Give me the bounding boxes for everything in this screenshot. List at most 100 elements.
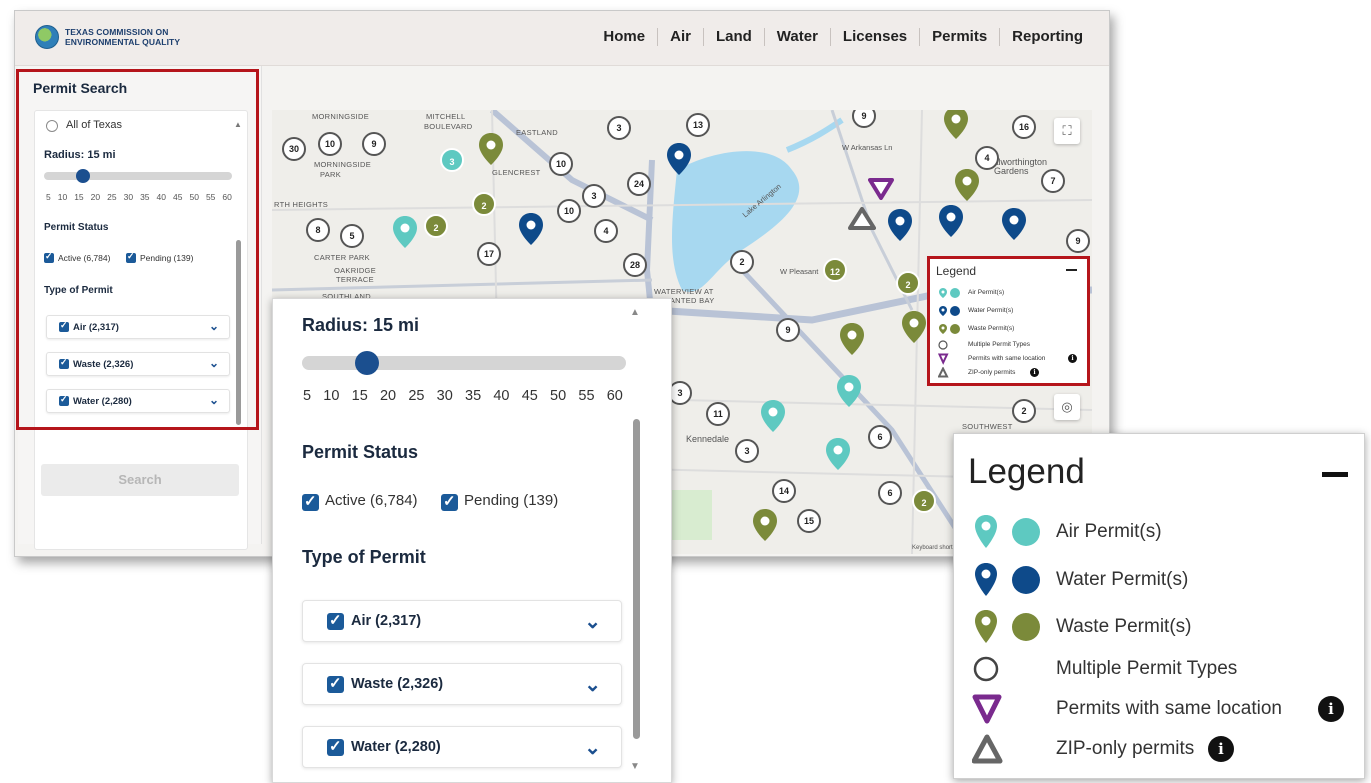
info-icon[interactable]: i: [1318, 696, 1344, 722]
search-button[interactable]: Search: [41, 464, 239, 496]
zoom-type-waste-row[interactable]: Waste (2,326) ⌄: [302, 663, 622, 705]
zoom-pending-checkbox[interactable]: [441, 492, 458, 511]
air-pin[interactable]: [760, 399, 786, 433]
air-pin[interactable]: [836, 374, 862, 408]
map-label: MORNINGSIDE: [312, 112, 370, 121]
zoom-type-air-row[interactable]: Air (2,317) ⌄: [302, 600, 622, 642]
multi-cluster[interactable]: 9: [362, 132, 386, 156]
multi-cluster[interactable]: 10: [549, 152, 573, 176]
nav-land[interactable]: Land: [702, 28, 764, 46]
multi-cluster[interactable]: 10: [557, 199, 581, 223]
waste-cluster[interactable]: 2: [912, 489, 936, 513]
water-pin[interactable]: [666, 142, 692, 176]
multi-cluster[interactable]: 11: [706, 402, 730, 426]
multi-cluster[interactable]: 6: [868, 425, 892, 449]
nav-licenses[interactable]: Licenses: [829, 28, 919, 46]
zip-only-legend-icon: [971, 734, 1003, 764]
waste-pin[interactable]: [954, 168, 980, 202]
multi-cluster[interactable]: 28: [623, 253, 647, 277]
zoom-air-checkbox[interactable]: [327, 611, 344, 630]
multi-cluster[interactable]: 30: [282, 137, 306, 161]
scroll-down-icon[interactable]: ▼: [630, 761, 640, 772]
zip-only-marker[interactable]: [848, 206, 876, 230]
tceq-logo[interactable]: TEXAS COMMISSION ON ENVIRONMENTAL QUALIT…: [35, 25, 180, 49]
info-icon[interactable]: i: [1030, 368, 1039, 377]
multi-cluster[interactable]: 7: [1041, 169, 1065, 193]
multi-cluster[interactable]: 9: [776, 318, 800, 342]
radius-tick: 40: [493, 388, 510, 404]
minimize-icon[interactable]: [1322, 472, 1348, 477]
waste-cluster[interactable]: 2: [424, 214, 448, 238]
map-label: SOUTHWEST: [962, 422, 1013, 431]
nav-permits[interactable]: Permits: [919, 28, 999, 46]
water-pin[interactable]: [938, 204, 964, 238]
multi-cluster[interactable]: 4: [594, 219, 618, 243]
fullscreen-icon[interactable]: ⛶: [1054, 118, 1080, 144]
water-legend-icon: [975, 563, 1040, 596]
map-label: OAKRIDGE: [334, 266, 376, 275]
multi-cluster[interactable]: 2: [730, 250, 754, 274]
multi-cluster[interactable]: 2: [1012, 399, 1036, 423]
air-legend-icon: [939, 288, 960, 298]
chevron-down-icon[interactable]: ⌄: [584, 609, 601, 634]
water-pin[interactable]: [1001, 207, 1027, 241]
minimize-icon[interactable]: [1066, 269, 1077, 271]
zoom-type-water-row[interactable]: Water (2,280) ⌄: [302, 726, 622, 768]
multi-cluster[interactable]: 10: [318, 132, 342, 156]
nav-reporting[interactable]: Reporting: [999, 28, 1095, 46]
zoom-waste-checkbox[interactable]: [327, 674, 344, 693]
multi-cluster[interactable]: 14: [772, 479, 796, 503]
screenshot-composite: TEXAS COMMISSION ON ENVIRONMENTAL QUALIT…: [0, 0, 1371, 783]
waste-pin[interactable]: [943, 110, 969, 140]
zoom-legend-row-air: Air Permit(s): [972, 512, 1352, 552]
waste-cluster[interactable]: 2: [896, 271, 920, 295]
scroll-up-icon[interactable]: ▲: [630, 307, 640, 318]
waste-pin[interactable]: [839, 322, 865, 356]
multi-cluster[interactable]: 15: [797, 509, 821, 533]
multi-cluster[interactable]: 5: [340, 224, 364, 248]
zoom-legend-waste-label: Waste Permit(s): [1056, 616, 1192, 637]
air-pin[interactable]: [825, 437, 851, 471]
water-pin[interactable]: [887, 208, 913, 242]
chevron-down-icon[interactable]: ⌄: [584, 735, 601, 760]
zoom-water-checkbox[interactable]: [327, 737, 344, 756]
waste-pin[interactable]: [901, 310, 927, 344]
zoom-legend-same-location-label: Permits with same location: [1056, 698, 1282, 719]
multi-cluster[interactable]: 4: [975, 146, 999, 170]
zoom-scrollbar[interactable]: [633, 419, 640, 739]
nav-air[interactable]: Air: [657, 28, 703, 46]
chevron-down-icon[interactable]: ⌄: [584, 672, 601, 697]
multi-cluster[interactable]: 3: [607, 116, 631, 140]
zoom-legend-air-label: Air Permit(s): [1056, 521, 1162, 542]
legend-row-multi: Multiple Permit Types: [938, 338, 1030, 352]
multi-cluster[interactable]: 17: [477, 242, 501, 266]
same-location-marker[interactable]: [868, 178, 894, 200]
multi-cluster[interactable]: 9: [1066, 229, 1090, 253]
multi-cluster[interactable]: 3: [735, 439, 759, 463]
waste-pin[interactable]: [752, 508, 778, 542]
multi-cluster[interactable]: 24: [627, 172, 651, 196]
map-label: WATERVIEW AT: [654, 287, 714, 296]
waste-cluster[interactable]: 2: [472, 192, 496, 216]
multi-cluster[interactable]: 16: [1012, 115, 1036, 139]
info-icon[interactable]: i: [1068, 354, 1077, 363]
multi-cluster[interactable]: 8: [306, 218, 330, 242]
brand-line-2: ENVIRONMENTAL QUALITY: [65, 37, 181, 47]
zoom-radius-slider-thumb[interactable]: [355, 351, 379, 375]
air-pin[interactable]: [392, 215, 418, 249]
locate-icon[interactable]: ◎: [1054, 394, 1080, 420]
map-label: BOULEVARD: [424, 122, 473, 131]
multi-cluster[interactable]: 3: [582, 184, 606, 208]
multi-cluster[interactable]: 13: [686, 113, 710, 137]
water-pin[interactable]: [518, 212, 544, 246]
waste-cluster[interactable]: 12: [823, 258, 847, 282]
radius-tick: 35: [465, 388, 482, 404]
info-icon[interactable]: i: [1208, 736, 1234, 762]
multi-cluster[interactable]: 6: [878, 481, 902, 505]
nav-home[interactable]: Home: [591, 28, 657, 46]
zoom-active-checkbox[interactable]: [302, 492, 319, 511]
zoom-radius-slider-track[interactable]: [302, 356, 626, 370]
waste-pin[interactable]: [478, 132, 504, 166]
air-cluster[interactable]: 3: [440, 148, 464, 172]
nav-water[interactable]: Water: [763, 28, 830, 46]
